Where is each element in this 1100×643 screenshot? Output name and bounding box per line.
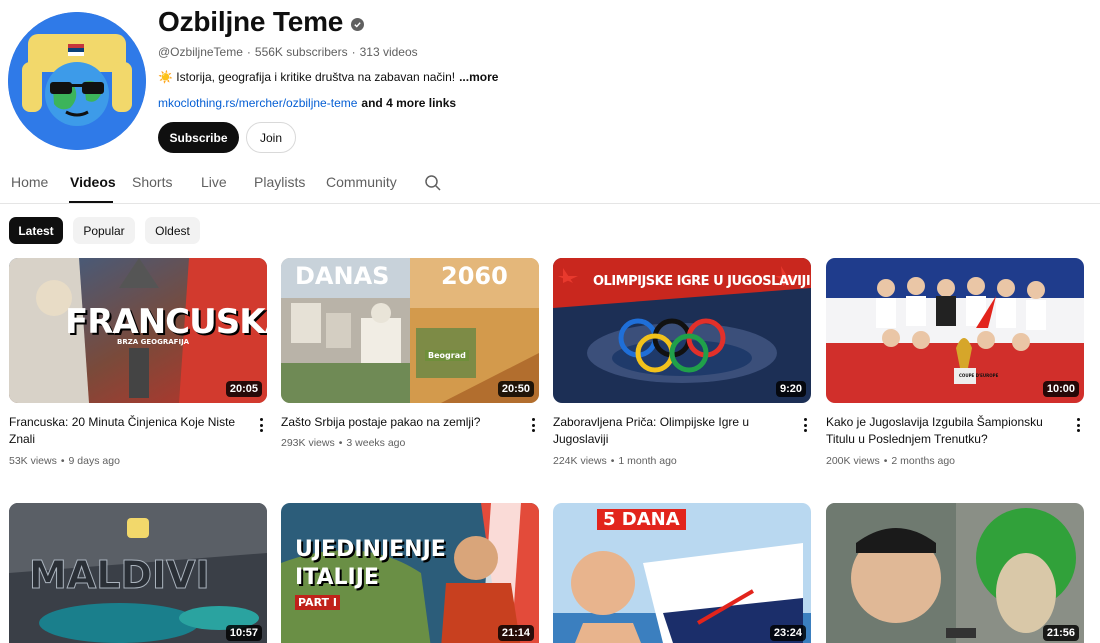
- avatar-globe-illustration: [8, 12, 146, 150]
- video-thumbnail[interactable]: COUPE D'EUROPE 10:00: [826, 258, 1084, 403]
- thumbnail-title-line-2: ITALIJE: [295, 565, 379, 590]
- video-card[interactable]: DANAS 2060 Beograd 20:50 Zašto Srbija po…: [281, 258, 539, 449]
- video-card[interactable]: OLIMPIJSKE IGRE U JUGOSLAVIJI 9:20 Zabor…: [553, 258, 811, 467]
- video-card[interactable]: MALDIVI 10:57: [9, 503, 267, 643]
- channel-name: Ozbiljne Teme: [158, 6, 344, 37]
- thumbnail-right-label: 2060: [441, 262, 508, 290]
- video-title[interactable]: Kako je Jugoslavija Izgubila Šampionsku …: [826, 414, 1056, 448]
- video-card[interactable]: 5 DANA 23:24: [553, 503, 811, 643]
- more-actions-icon[interactable]: [527, 416, 539, 434]
- tab-playlists[interactable]: Playlists: [254, 174, 305, 190]
- thumbnail-badge: 5 DANA: [597, 509, 686, 530]
- channel-handle: @OzbiljneTeme: [158, 45, 243, 59]
- description-text: ☀️ Istorija, geografija i kritike društv…: [158, 70, 456, 84]
- video-thumbnail[interactable]: FRANCUSKA BRZA GEOGRAFIJA 20:05: [9, 258, 267, 403]
- video-duration: 21:56: [1042, 625, 1079, 641]
- video-thumbnail[interactable]: OLIMPIJSKE IGRE U JUGOSLAVIJI 9:20: [553, 258, 811, 403]
- video-duration: 10:00: [1042, 381, 1079, 397]
- tab-shorts[interactable]: Shorts: [132, 174, 172, 190]
- video-thumbnail[interactable]: UJEDINJENJE ITALIJE PART I 21:14: [281, 503, 539, 643]
- video-meta: 53K views • 9 days ago: [9, 455, 249, 467]
- chip-popular[interactable]: Popular: [73, 217, 135, 244]
- subscribe-button[interactable]: Subscribe: [158, 122, 239, 153]
- video-thumbnail[interactable]: 21:56: [826, 503, 1084, 643]
- meta-separator: ·: [351, 45, 356, 59]
- meta-dot: •: [883, 455, 888, 467]
- upload-age: 2 months ago: [891, 455, 956, 467]
- video-duration: 10:57: [225, 625, 262, 641]
- channel-tabs: Home Videos Shorts Live Playlists Commun…: [0, 166, 1100, 204]
- tab-community[interactable]: Community: [326, 174, 397, 190]
- thumbnail-subtitle: BRZA GEOGRAFIJA: [117, 338, 190, 346]
- video-duration: 23:24: [769, 625, 806, 641]
- more-links-button[interactable]: and 4 more links: [361, 96, 456, 110]
- view-count: 224K views: [553, 455, 607, 467]
- channel-header: Ozbiljne Teme @OzbiljneTeme · 556K subsc…: [8, 6, 1092, 158]
- view-count: 53K views: [9, 455, 57, 467]
- thumbnail-title: FRANCUSKA: [65, 302, 267, 342]
- merch-link[interactable]: mkoclothing.rs/mercher/ozbiljne-teme: [158, 96, 357, 110]
- channel-links: mkoclothing.rs/mercher/ozbiljne-teme and…: [158, 96, 456, 110]
- video-title[interactable]: Zašto Srbija postaje pakao na zemlji?: [281, 414, 511, 431]
- video-thumbnail[interactable]: 5 DANA 23:24: [553, 503, 811, 643]
- view-count: 200K views: [826, 455, 880, 467]
- verified-check-icon: [351, 17, 365, 31]
- video-meta: 200K views • 2 months ago: [826, 455, 1066, 467]
- video-card[interactable]: FRANCUSKA BRZA GEOGRAFIJA 20:05 Francusk…: [9, 258, 267, 467]
- video-duration: 21:14: [497, 625, 534, 641]
- description-more-link[interactable]: ...more: [459, 70, 498, 84]
- video-card[interactable]: 21:56: [826, 503, 1084, 643]
- thumbnail-title: OLIMPIJSKE IGRE U JUGOSLAVIJI: [593, 274, 811, 289]
- video-thumbnail[interactable]: MALDIVI 10:57: [9, 503, 267, 643]
- meta-dot: •: [60, 455, 65, 467]
- tab-home[interactable]: Home: [11, 174, 48, 190]
- meta-separator: ·: [246, 45, 251, 59]
- more-actions-icon[interactable]: [799, 416, 811, 434]
- channel-description[interactable]: ☀️ Istorija, geografija i kritike društv…: [158, 70, 498, 84]
- video-meta: 224K views • 1 month ago: [553, 455, 793, 467]
- meta-dot: •: [338, 437, 343, 449]
- subscriber-count: 556K subscribers: [254, 45, 348, 59]
- upload-age: 1 month ago: [618, 455, 677, 467]
- thumbnail-left-label: DANAS: [295, 262, 390, 290]
- search-icon[interactable]: [424, 174, 442, 192]
- meta-dot: •: [610, 455, 615, 467]
- more-actions-icon[interactable]: [255, 416, 267, 434]
- video-duration: 20:05: [225, 381, 262, 397]
- video-duration: 20:50: [497, 381, 534, 397]
- tab-live[interactable]: Live: [201, 174, 227, 190]
- upload-age: 3 weeks ago: [346, 437, 406, 449]
- thumbnail-sign: Beograd: [425, 350, 469, 361]
- active-tab-indicator: [69, 201, 113, 203]
- channel-title: Ozbiljne Teme: [158, 6, 365, 38]
- thumbnail-title: UJEDINJENJE: [295, 537, 446, 562]
- more-actions-icon[interactable]: [1072, 416, 1084, 434]
- thumbnail-badge: PART I: [295, 595, 340, 610]
- channel-avatar[interactable]: [8, 12, 146, 150]
- channel-meta: @OzbiljneTeme · 556K subscribers · 313 v…: [158, 45, 418, 59]
- video-meta: 293K views • 3 weeks ago: [281, 437, 521, 449]
- video-title[interactable]: Francuska: 20 Minuta Činjenica Koje Nist…: [9, 414, 239, 448]
- video-thumbnail[interactable]: DANAS 2060 Beograd 20:50: [281, 258, 539, 403]
- video-card[interactable]: COUPE D'EUROPE 10:00 Kako je Jugoslavija…: [826, 258, 1084, 467]
- video-count: 313 videos: [359, 45, 418, 59]
- view-count: 293K views: [281, 437, 335, 449]
- thumbnail-trophy-sign: COUPE D'EUROPE: [959, 373, 999, 378]
- chip-latest[interactable]: Latest: [9, 217, 63, 244]
- upload-age: 9 days ago: [68, 455, 120, 467]
- video-title[interactable]: Zaboravljena Priča: Olimpijske Igre u Ju…: [553, 414, 783, 448]
- chip-oldest[interactable]: Oldest: [145, 217, 200, 244]
- thumbnail-title: MALDIVI: [29, 553, 211, 598]
- join-button[interactable]: Join: [246, 122, 296, 153]
- video-duration: 9:20: [775, 381, 806, 397]
- tab-videos[interactable]: Videos: [70, 174, 116, 190]
- video-card[interactable]: UJEDINJENJE ITALIJE PART I 21:14: [281, 503, 539, 643]
